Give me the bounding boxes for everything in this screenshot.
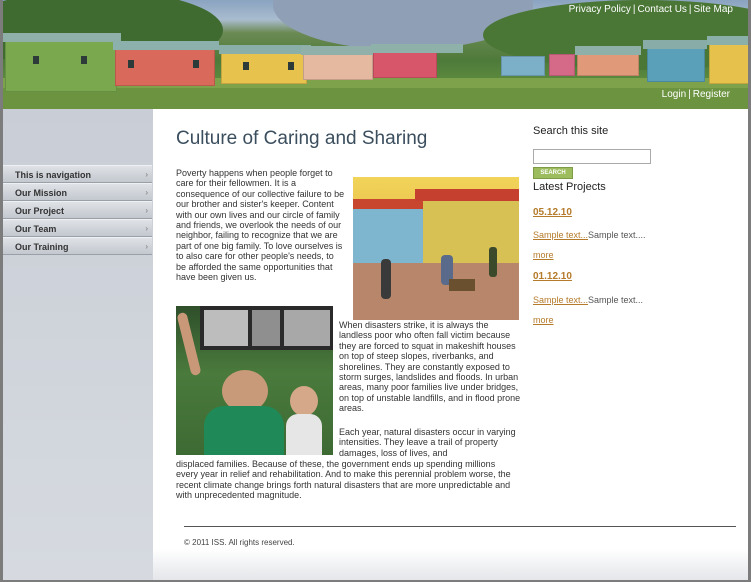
- project-date-link[interactable]: 01.12.10: [533, 271, 572, 282]
- project-title-link[interactable]: Sample text...: [533, 230, 588, 240]
- arrow-right-icon: ›: [145, 170, 148, 179]
- nav-item-label: Our Project: [15, 206, 65, 216]
- nav-item-label: Our Team: [15, 224, 57, 234]
- project-summary: Sample text...: [588, 295, 644, 305]
- privacy-policy-link[interactable]: Privacy Policy: [569, 4, 631, 15]
- account-links: Login | Register: [661, 89, 730, 100]
- page-frame: Privacy Policy | Contact Us | Site Map Login…: [3, 0, 748, 580]
- latest-projects-title: Latest Projects: [533, 181, 606, 193]
- right-sidebar: Search this site SEARCH Latest Projects …: [533, 125, 733, 325]
- contact-us-link[interactable]: Contact Us: [637, 4, 686, 15]
- copyright-text: © 2011 ISS. All rights reserved.: [184, 538, 295, 547]
- project-entry: Sample text...Sample text....: [533, 230, 646, 240]
- project-entry: Sample text...Sample text...: [533, 295, 643, 305]
- article-paragraph: Each year, natural disasters occur in va…: [339, 427, 516, 458]
- site-map-link[interactable]: Site Map: [694, 4, 733, 15]
- nav-item-our-team[interactable]: Our Team ›: [3, 219, 152, 237]
- arrow-right-icon: ›: [145, 224, 148, 233]
- nav-item-our-mission[interactable]: Our Mission ›: [3, 183, 152, 201]
- footer-background: [153, 549, 748, 580]
- nav-item-label: This is navigation: [15, 170, 92, 180]
- utility-links: Privacy Policy | Contact Us | Site Map: [568, 4, 733, 15]
- article-paragraph: When disasters strike, it is always the …: [339, 320, 521, 414]
- search-button[interactable]: SEARCH: [533, 167, 573, 179]
- more-link[interactable]: more: [533, 250, 554, 260]
- article-paragraph: Poverty happens when people forget to ca…: [176, 168, 345, 283]
- nav-item-our-project[interactable]: Our Project ›: [3, 201, 152, 219]
- project-summary: Sample text....: [588, 230, 646, 240]
- footer-divider: [184, 526, 736, 527]
- volunteers-collage-photo: [176, 306, 333, 455]
- main-content: Culture of Caring and Sharing Poverty ha…: [153, 109, 748, 580]
- more-link[interactable]: more: [533, 315, 554, 325]
- nav-item-label: Our Mission: [15, 188, 68, 198]
- login-link[interactable]: Login: [662, 89, 686, 100]
- header-banner-image: Privacy Policy | Contact Us | Site Map Login…: [3, 0, 748, 109]
- arrow-right-icon: ›: [145, 242, 148, 251]
- article-paragraph: displaced families. Because of these, th…: [176, 459, 511, 501]
- side-navigation: This is navigation › Our Mission › Our Pro…: [3, 165, 152, 255]
- arrow-right-icon: ›: [145, 206, 148, 215]
- search-title: Search this site: [533, 125, 609, 137]
- register-link[interactable]: Register: [693, 89, 730, 100]
- nav-item-this-is-navigation[interactable]: This is navigation ›: [3, 165, 152, 183]
- arrow-right-icon: ›: [145, 188, 148, 197]
- project-date-link[interactable]: 05.12.10: [533, 207, 572, 218]
- left-sidebar: This is navigation › Our Mission › Our Pro…: [3, 109, 153, 580]
- nav-item-our-training[interactable]: Our Training ›: [3, 237, 152, 255]
- search-input[interactable]: [533, 149, 651, 164]
- project-title-link[interactable]: Sample text...: [533, 295, 588, 305]
- nav-item-label: Our Training: [15, 242, 69, 252]
- village-street-photo: [353, 177, 519, 320]
- page-title: Culture of Caring and Sharing: [176, 128, 428, 149]
